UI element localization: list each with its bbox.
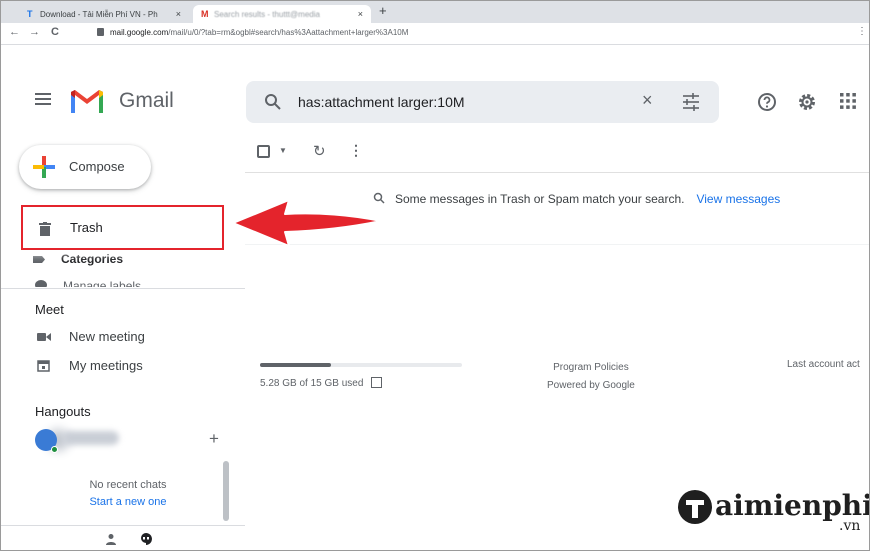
sidebar-bottom-bar — [1, 525, 245, 550]
reload-icon[interactable]: C — [51, 26, 59, 38]
hangouts-chat-icon[interactable] — [139, 532, 153, 546]
compose-plus-icon — [33, 156, 55, 178]
search-input[interactable]: has:attachment larger:10M — [298, 94, 465, 110]
compose-button[interactable]: Compose — [19, 145, 151, 189]
new-tab-button[interactable]: + — [379, 3, 387, 18]
forward-icon[interactable]: → — [29, 26, 40, 38]
no-recent-chats: No recent chats Start a new one — [61, 477, 195, 511]
url-host: mail.google.com — [110, 28, 169, 37]
browser-menu-icon[interactable]: ⋮ — [857, 26, 867, 37]
sidebar-item-label: My meetings — [69, 358, 143, 373]
mail-search-bar[interactable]: has:attachment larger:10M × — [246, 81, 719, 123]
start-new-chat-link[interactable]: Start a new one — [61, 494, 195, 511]
meet-heading: Meet — [35, 302, 64, 317]
powered-by-text: Powered by Google — [547, 380, 635, 391]
hangouts-heading: Hangouts — [35, 404, 91, 419]
browser-tab-download[interactable]: T Download - Tải Miễn Phí VN - Ph × — [19, 5, 189, 23]
tab-close-icon[interactable]: × — [176, 5, 181, 23]
select-dropdown-icon[interactable]: ▼ — [279, 146, 287, 155]
sidebar-item-label: Trash — [70, 220, 103, 235]
trash-icon — [39, 222, 51, 236]
video-icon — [37, 333, 51, 341]
hangouts-contact-name — [63, 431, 119, 445]
url-path: /mail/u/0/?tab=rm&ogbl#search/has%3Aatta… — [168, 28, 409, 37]
compose-label: Compose — [69, 159, 125, 174]
sidebar-item-manage-labels[interactable]: Manage labels — [35, 279, 141, 287]
footer-links: Program Policies Powered by Google — [547, 359, 635, 395]
watermark-logo: aimienphi .vn — [677, 485, 869, 550]
main-menu-icon[interactable] — [35, 93, 51, 105]
storage-usage-bar — [260, 363, 462, 367]
calendar-icon — [37, 360, 50, 372]
browser-toolbar: ← → C mail.google.com/mail/u/0/?tab=rm&o… — [1, 23, 869, 45]
address-bar[interactable]: mail.google.com/mail/u/0/?tab=rm&ogbl#se… — [97, 26, 408, 40]
program-policies-link[interactable]: Program Policies — [547, 359, 635, 377]
label-icon — [33, 256, 45, 263]
sidebar-item-categories[interactable]: Categories — [23, 252, 123, 266]
search-icon[interactable] — [264, 93, 282, 111]
settings-gear-icon[interactable] — [797, 92, 817, 112]
browser-tab-strip: T Download - Tải Miễn Phí VN - Ph × M Sear… — [1, 1, 869, 23]
lock-icon — [97, 28, 104, 36]
sidebar-scrollbar[interactable] — [223, 461, 229, 521]
annotation-arrow-icon — [232, 199, 382, 247]
select-all-checkbox[interactable] — [257, 145, 270, 158]
sidebar-item-label: Categories — [61, 252, 124, 266]
open-storage-icon[interactable] — [371, 377, 383, 388]
tab-title: Download - Tải Miễn Phí VN - Ph — [40, 10, 158, 19]
storage-usage-label: 5.28 GB of 15 GB used — [260, 378, 364, 389]
google-apps-icon[interactable] — [839, 92, 857, 110]
storage-usage-text: 5.28 GB of 15 GB used — [260, 377, 383, 389]
tab-favicon-gmail-icon: M — [201, 9, 209, 19]
search-options-icon[interactable] — [682, 93, 700, 111]
last-account-activity: Last account act — [787, 359, 860, 370]
tab-title: Search results - thuttt@media — [214, 10, 320, 19]
sidebar-divider — [1, 288, 245, 289]
clear-search-icon[interactable]: × — [642, 90, 653, 111]
sidebar-item-trash[interactable]: Trash — [21, 205, 224, 250]
person-icon[interactable] — [105, 533, 117, 545]
search-notice: Some messages in Trash or Spam match you… — [373, 192, 780, 206]
gmail-wordmark: Gmail — [119, 89, 174, 112]
no-recent-text: No recent chats — [89, 479, 167, 491]
sidebar-item-label: New meeting — [69, 329, 145, 344]
add-hangout-button[interactable]: + — [209, 429, 219, 449]
gmail-logo-icon — [71, 90, 103, 113]
tab-close-icon[interactable]: × — [358, 5, 363, 23]
toolbar-divider — [245, 172, 869, 173]
back-icon[interactable]: ← — [9, 26, 20, 38]
gear-icon — [35, 280, 47, 287]
more-options-icon[interactable]: ⋮ — [349, 142, 363, 159]
screenshot-frame: T Download - Tải Miễn Phí VN - Ph × M Sear… — [0, 0, 870, 551]
online-status-dot — [51, 446, 58, 453]
view-messages-link[interactable]: View messages — [696, 192, 780, 206]
help-icon[interactable] — [757, 92, 777, 112]
storage-usage-fill — [260, 363, 332, 367]
tab-favicon-t-icon: T — [27, 9, 33, 19]
sidebar-item-label: Manage labels — [63, 279, 142, 287]
notice-text: Some messages in Trash or Spam match you… — [395, 192, 685, 206]
watermark-suffix: .vn — [839, 518, 861, 534]
refresh-icon[interactable]: ↻ — [313, 142, 326, 160]
browser-tab-gmail[interactable]: M Search results - thuttt@media × — [193, 5, 371, 23]
